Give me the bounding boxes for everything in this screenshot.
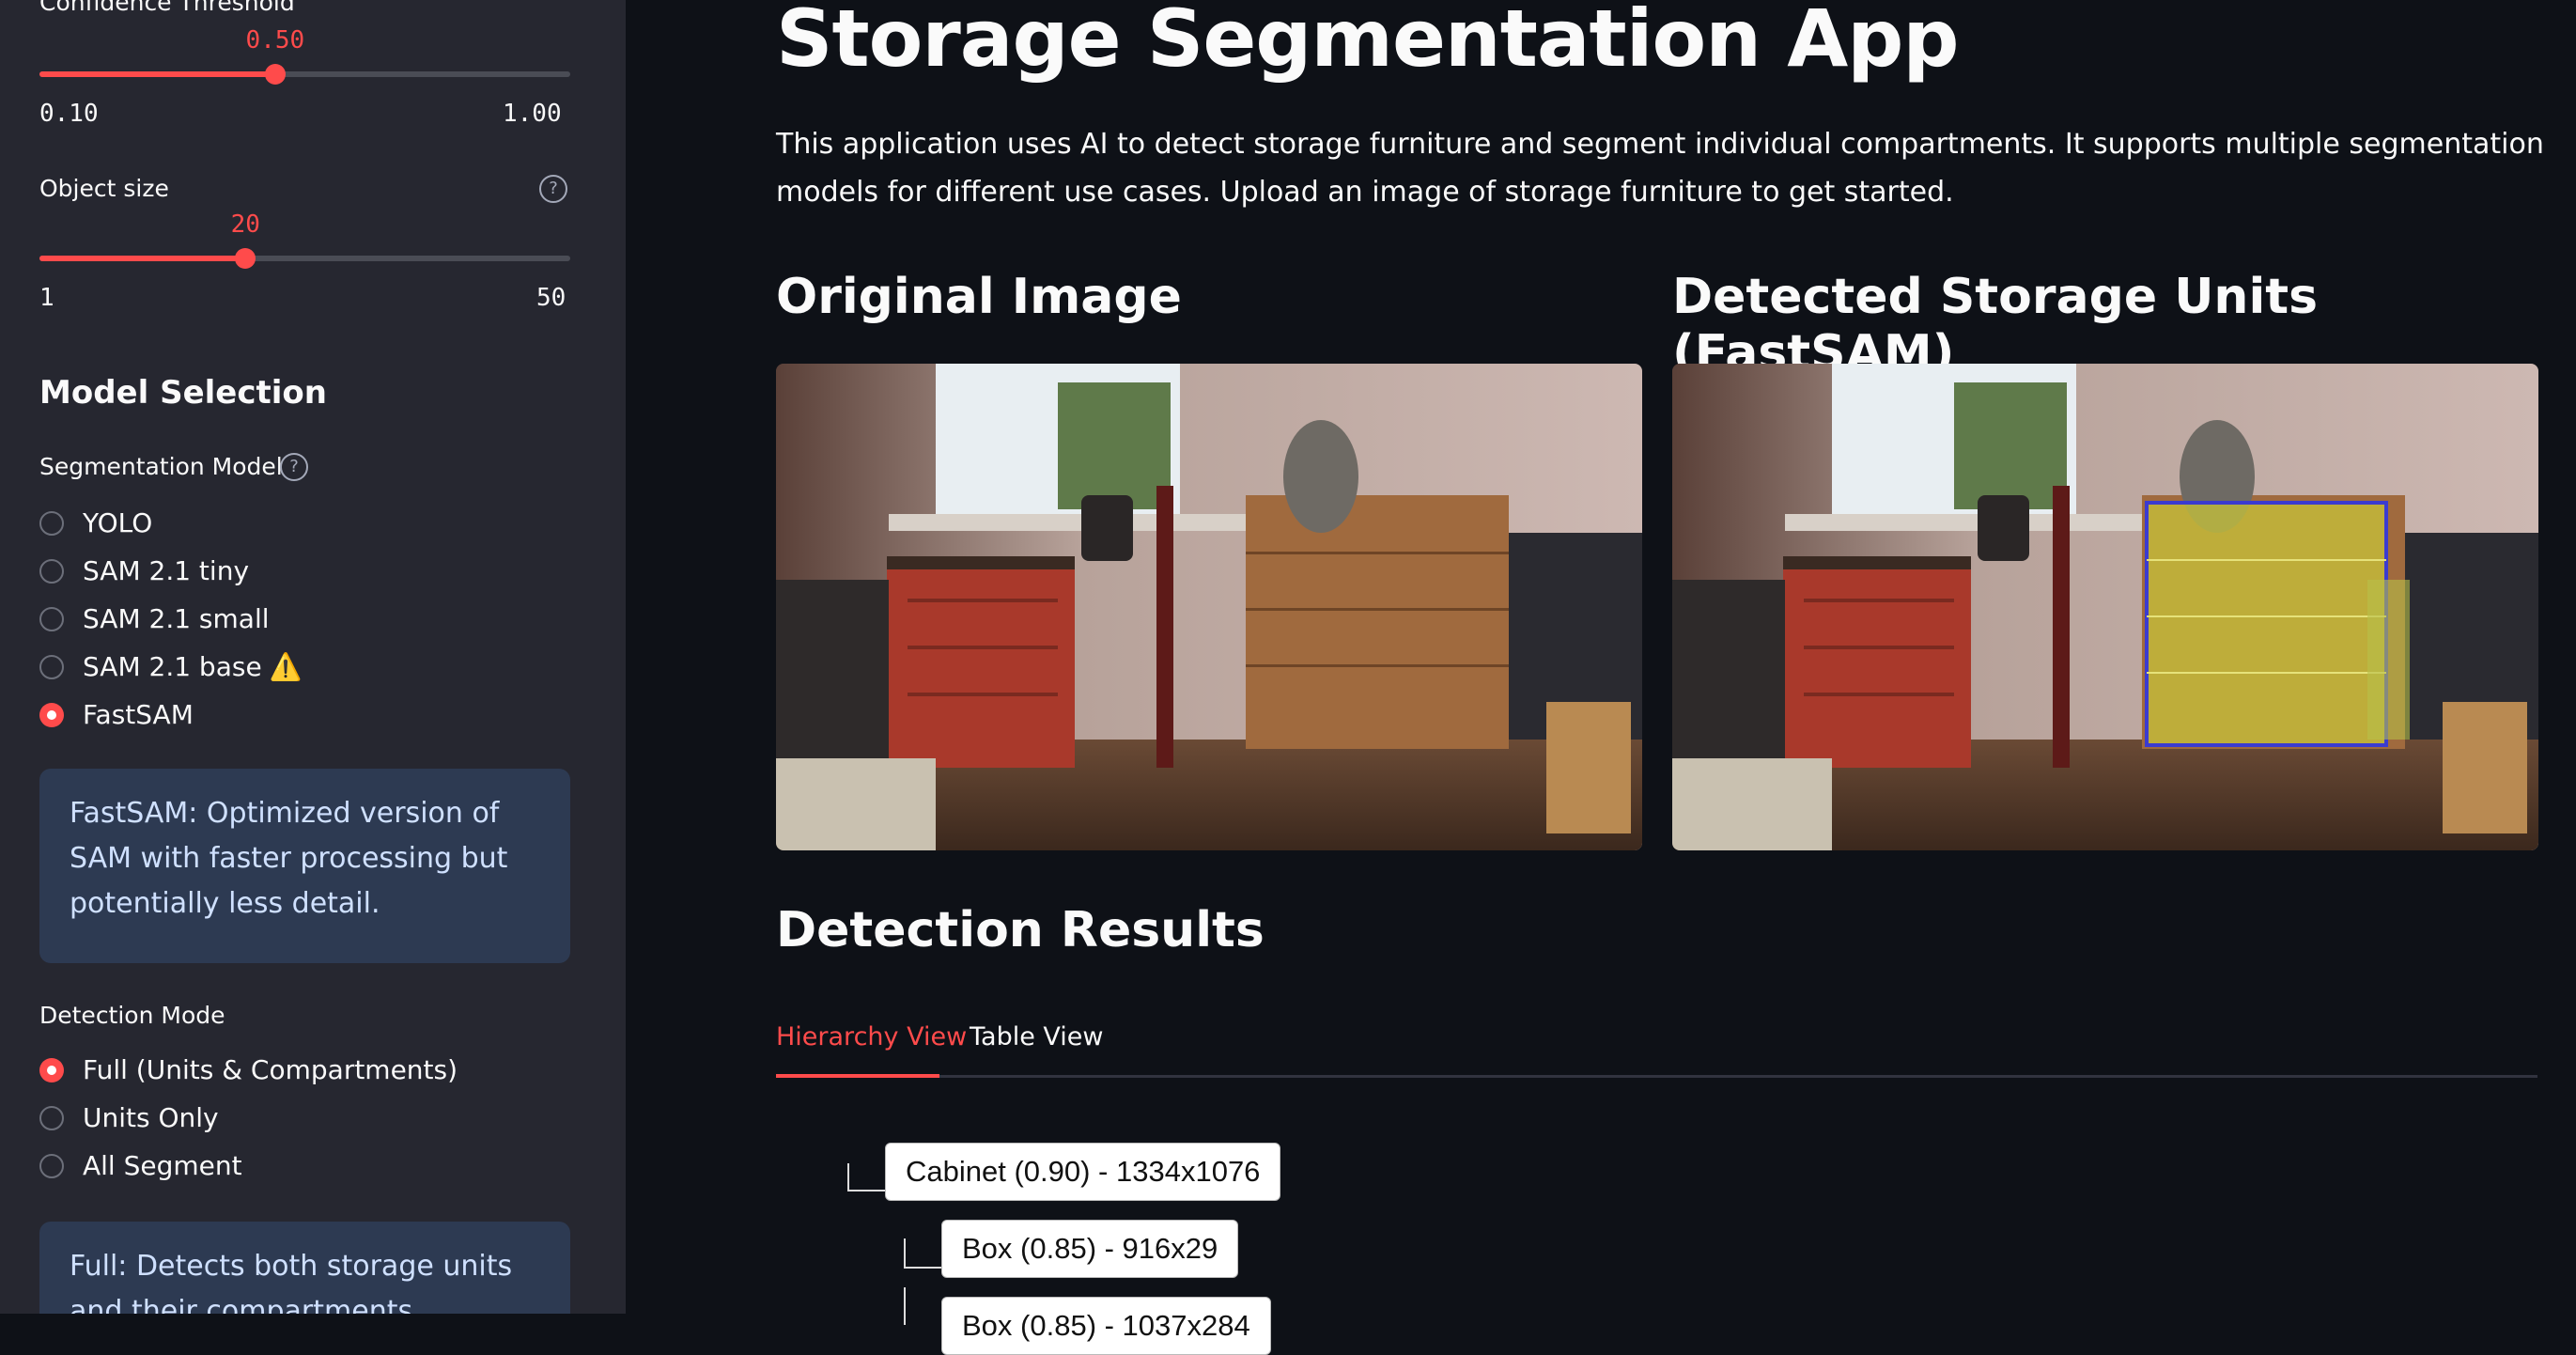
tree-node-cabinet[interactable]: Cabinet (0.90) - 1334x1076 <box>885 1143 1281 1201</box>
tree-node-box[interactable]: Box (0.85) - 916x29 <box>941 1220 1239 1278</box>
warning-icon: ⚠️ <box>269 651 303 682</box>
radio-circle[interactable] <box>39 1105 64 1130</box>
model-selection-heading: Model Selection <box>39 374 327 412</box>
confidence-slider-value: 0.50 <box>245 26 305 55</box>
radio-circle[interactable] <box>39 606 64 631</box>
confidence-threshold-label: Confidence Threshold <box>39 0 295 16</box>
segmentation-model-label-text: Segmentation Model <box>39 453 283 480</box>
page-title: Storage Segmentation App <box>776 0 1960 85</box>
radio-sam-small[interactable]: SAM 2.1 small <box>39 603 270 634</box>
object-size-slider-max: 50 <box>536 284 566 312</box>
radio-label: YOLO <box>83 507 153 538</box>
radio-label: FastSAM <box>83 699 194 730</box>
question-circle-icon[interactable]: ? <box>280 453 308 481</box>
radio-mode-all[interactable]: All Segment <box>39 1150 242 1181</box>
tab-hierarchy-view[interactable]: Hierarchy View <box>776 1022 967 1051</box>
object-size-slider-thumb[interactable] <box>235 248 256 269</box>
confidence-slider-min: 0.10 <box>39 100 99 128</box>
tab-table-view[interactable]: Table View <box>970 1022 1103 1051</box>
radio-mode-full[interactable]: Full (Units & Compartments) <box>39 1054 458 1085</box>
model-info-box: FastSAM: Optimized version of SAM with f… <box>39 769 570 963</box>
original-image-title: Original Image <box>776 269 1182 325</box>
main-content: Storage Segmentation App This applicatio… <box>626 0 2576 1355</box>
confidence-slider-max: 1.00 <box>503 100 562 128</box>
radio-label: Units Only <box>83 1102 219 1133</box>
radio-label: SAM 2.1 small <box>83 603 270 634</box>
tree-node-box[interactable]: Box (0.85) - 1037x284 <box>941 1297 1271 1355</box>
radio-circle[interactable] <box>39 654 64 679</box>
radio-circle[interactable] <box>39 510 64 536</box>
radio-label: All Segment <box>83 1150 242 1181</box>
results-tabs: Hierarchy View Table View <box>776 1013 2537 1078</box>
active-tab-indicator <box>776 1074 939 1078</box>
radio-sam-tiny[interactable]: SAM 2.1 tiny <box>39 555 249 586</box>
radio-mode-units[interactable]: Units Only <box>39 1102 219 1133</box>
radio-circle[interactable] <box>39 1153 64 1178</box>
tree-connector <box>904 1287 906 1325</box>
object-size-slider-value: 20 <box>230 210 260 239</box>
radio-sam-base[interactable]: SAM 2.1 base ⚠️ <box>39 651 303 682</box>
radio-circle-selected[interactable] <box>39 1057 64 1082</box>
tree-connector <box>904 1238 943 1269</box>
radio-label: SAM 2.1 tiny <box>83 555 250 586</box>
confidence-slider-fill <box>39 71 275 77</box>
confidence-slider-thumb[interactable] <box>264 64 286 85</box>
room-photo-detection-illustration <box>1672 364 2538 850</box>
detected-image <box>1672 364 2538 850</box>
radio-label: Full (Units & Compartments) <box>83 1054 458 1085</box>
tree-connector <box>847 1163 887 1191</box>
room-photo-illustration <box>776 364 1642 850</box>
object-size-slider-track[interactable] <box>39 248 570 269</box>
detection-results-heading: Detection Results <box>776 902 1265 958</box>
radio-yolo[interactable]: YOLO <box>39 507 152 538</box>
mode-info-box: Full: Detects both storage units and the… <box>39 1222 570 1314</box>
confidence-slider-track[interactable] <box>39 64 570 85</box>
sidebar: Confidence Threshold 0.50 0.10 1.00 Obje… <box>0 0 626 1314</box>
question-circle-icon[interactable]: ? <box>539 175 567 203</box>
object-size-slider-min: 1 <box>39 284 54 312</box>
object-size-slider-fill <box>39 256 246 261</box>
app-description: This application uses AI to detect stora… <box>776 128 2544 209</box>
object-size-label: Object size <box>39 175 169 202</box>
radio-fastsam[interactable]: FastSAM <box>39 699 194 730</box>
radio-circle[interactable] <box>39 558 64 584</box>
detection-mode-label: Detection Mode <box>39 1002 225 1029</box>
radio-label: SAM 2.1 base <box>83 651 262 682</box>
original-image <box>776 364 1642 850</box>
radio-circle-selected[interactable] <box>39 702 64 727</box>
